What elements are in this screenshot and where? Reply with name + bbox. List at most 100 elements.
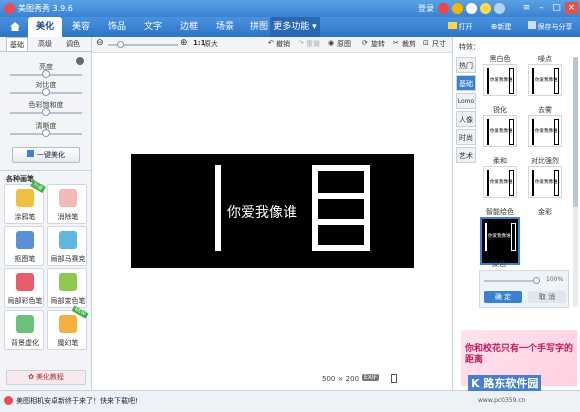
effect-tab-lomo[interactable]: Lomo — [456, 93, 476, 109]
subtab-color[interactable]: 调色 — [62, 37, 84, 51]
effect-label: 去雾 — [538, 106, 552, 114]
slider-knob[interactable] — [42, 129, 50, 137]
status-bar: 美图相机安卓新终于来了！快来下载吧! K 路东软件园 www.pc0359.cn — [0, 375, 580, 412]
original-image-button[interactable]: 原图 — [337, 39, 351, 49]
sharpness-slider[interactable] — [10, 129, 82, 137]
effect-invert[interactable]: 你爱我像谁 — [480, 217, 520, 265]
tool-blur[interactable]: 背景虚化 — [4, 310, 44, 350]
resize-button[interactable]: 尺寸 — [432, 39, 446, 49]
effect-label: 锐化 — [493, 106, 507, 114]
tab-more[interactable]: 更多功能 ▾ — [270, 17, 320, 37]
slider-knob[interactable] — [42, 70, 50, 78]
ok-button[interactable]: 确 定 — [484, 291, 522, 303]
save-share-button[interactable]: 保存与分享 — [522, 17, 578, 37]
slider-knob[interactable] — [42, 88, 50, 96]
brightness-slider[interactable] — [10, 70, 82, 78]
selected-effect-label: 反色 — [492, 260, 506, 268]
effects-title: 特效： — [459, 43, 480, 51]
saturation-slider[interactable] — [10, 108, 82, 116]
original-image-icon[interactable]: ◉ — [328, 39, 334, 47]
tool-label: 局部变色笔 — [50, 297, 86, 305]
tool-recolor[interactable]: 局部变色笔 — [47, 268, 87, 308]
rotate-icon[interactable]: ⟳ — [362, 39, 368, 47]
minimize-button[interactable]: – — [535, 2, 548, 14]
zoom-out-icon[interactable]: ⊖ — [96, 38, 104, 48]
thumb-bar — [532, 119, 534, 145]
skin-icon[interactable] — [466, 3, 477, 14]
photo-canvas[interactable]: 你爱我像谁 — [131, 154, 414, 268]
effect-tab-basic[interactable]: 基础 — [456, 75, 476, 91]
maximize-button[interactable]: □ — [550, 2, 563, 14]
thumb-bracket — [509, 68, 514, 94]
tool-magic[interactable]: NEW 魔幻笔 — [47, 305, 89, 350]
tutorial-button[interactable]: ✿ 美化教程 — [6, 370, 86, 385]
tool-cutout[interactable]: 抠图笔 — [4, 226, 44, 266]
redo-button[interactable]: 重做 — [306, 39, 320, 49]
home-tab[interactable] — [4, 17, 26, 37]
cancel-button[interactable]: 取 消 — [528, 291, 566, 303]
undo-icon[interactable]: ↶ — [268, 39, 274, 47]
bracket-bar-upper — [318, 193, 364, 199]
subtab-advanced[interactable]: 高级 — [34, 37, 56, 51]
tool-doodle[interactable]: 升级 涂鸦笔 — [4, 179, 46, 224]
contrast-slider[interactable] — [10, 88, 82, 96]
effect-label: 智能绘色 — [486, 208, 514, 216]
close-button[interactable]: × — [565, 2, 578, 14]
redo-icon[interactable]: ↷ — [298, 39, 304, 47]
site-watermark: K 路东软件园 — [468, 375, 542, 391]
slider-knob[interactable] — [42, 108, 50, 116]
crop-icon[interactable]: ✂ — [393, 39, 399, 47]
open-label: 打开 — [458, 23, 473, 31]
tab-beautify[interactable]: 美化 — [28, 17, 62, 37]
tool-label: 抠图笔 — [14, 255, 36, 263]
undo-button[interactable]: 撤销 — [276, 39, 290, 49]
color-brush-icon — [16, 273, 34, 291]
tool-mosaic[interactable]: 局部马赛克 — [47, 226, 87, 266]
compare-icon[interactable] — [391, 374, 397, 383]
tab-accessory[interactable]: 饰品 — [100, 17, 134, 37]
tab-border[interactable]: 边框 — [172, 17, 206, 37]
login-link[interactable]: 登录 — [418, 3, 434, 14]
tool-label: 涂鸦笔 — [14, 213, 36, 221]
effect-tab-fashion[interactable]: 时尚 — [456, 129, 476, 145]
zoom-in-icon[interactable]: ⊕ — [180, 38, 188, 48]
thumb-bar — [487, 119, 489, 145]
subtab-divider — [0, 51, 92, 52]
thumb-bracket — [554, 119, 559, 145]
thumb-text: 你爱我像谁 — [488, 234, 511, 239]
weibo-icon[interactable] — [438, 3, 449, 14]
rotate-button[interactable]: 旋转 — [371, 39, 385, 49]
open-button[interactable]: 打开 — [444, 17, 476, 37]
tool-eraser[interactable]: 消除笔 — [47, 184, 87, 224]
exif-button[interactable]: EXIF — [362, 374, 380, 381]
thumb-bracket — [554, 170, 559, 196]
tab-scene[interactable]: 场景 — [208, 17, 242, 37]
effect-tab-hot[interactable]: 热门 — [456, 57, 476, 73]
opacity-slider[interactable] — [484, 277, 540, 284]
tab-beauty[interactable]: 美容 — [64, 17, 98, 37]
qq-icon[interactable] — [452, 3, 463, 14]
scrollbar[interactable] — [573, 57, 578, 307]
resize-icon[interactable]: ⊡ — [423, 39, 429, 47]
feedback-icon[interactable] — [480, 3, 491, 14]
tool-color-brush[interactable]: 局部彩色笔 — [4, 268, 44, 308]
tab-text[interactable]: 文字 — [136, 17, 170, 37]
scroll-thumb[interactable] — [573, 57, 578, 207]
settings-icon[interactable] — [494, 3, 505, 14]
brushes-title: 各种画笔 — [6, 175, 34, 183]
menu-icon[interactable]: ≡ — [520, 2, 533, 14]
subtab-basic[interactable]: 基础 — [6, 37, 28, 51]
new-button[interactable]: ⊕新建 — [486, 17, 516, 37]
zoom-slider[interactable] — [108, 41, 178, 48]
notice-icon — [4, 396, 13, 405]
crop-button[interactable]: 裁剪 — [402, 39, 416, 49]
effect-tab-portrait[interactable]: 人像 — [456, 111, 476, 127]
thumb-bar — [487, 170, 489, 196]
status-message[interactable]: 美图相机安卓新终于来了！快来下载吧! — [16, 396, 138, 406]
original-size-button[interactable]: 原大 — [204, 39, 218, 49]
effect-tab-art[interactable]: 艺术 — [456, 147, 476, 163]
zoom-knob[interactable] — [117, 41, 125, 48]
effect-thumb: 你爱我像谁 — [483, 115, 517, 147]
auto-beautify-button[interactable]: 一键美化 — [12, 147, 80, 163]
opacity-knob[interactable] — [533, 277, 540, 284]
